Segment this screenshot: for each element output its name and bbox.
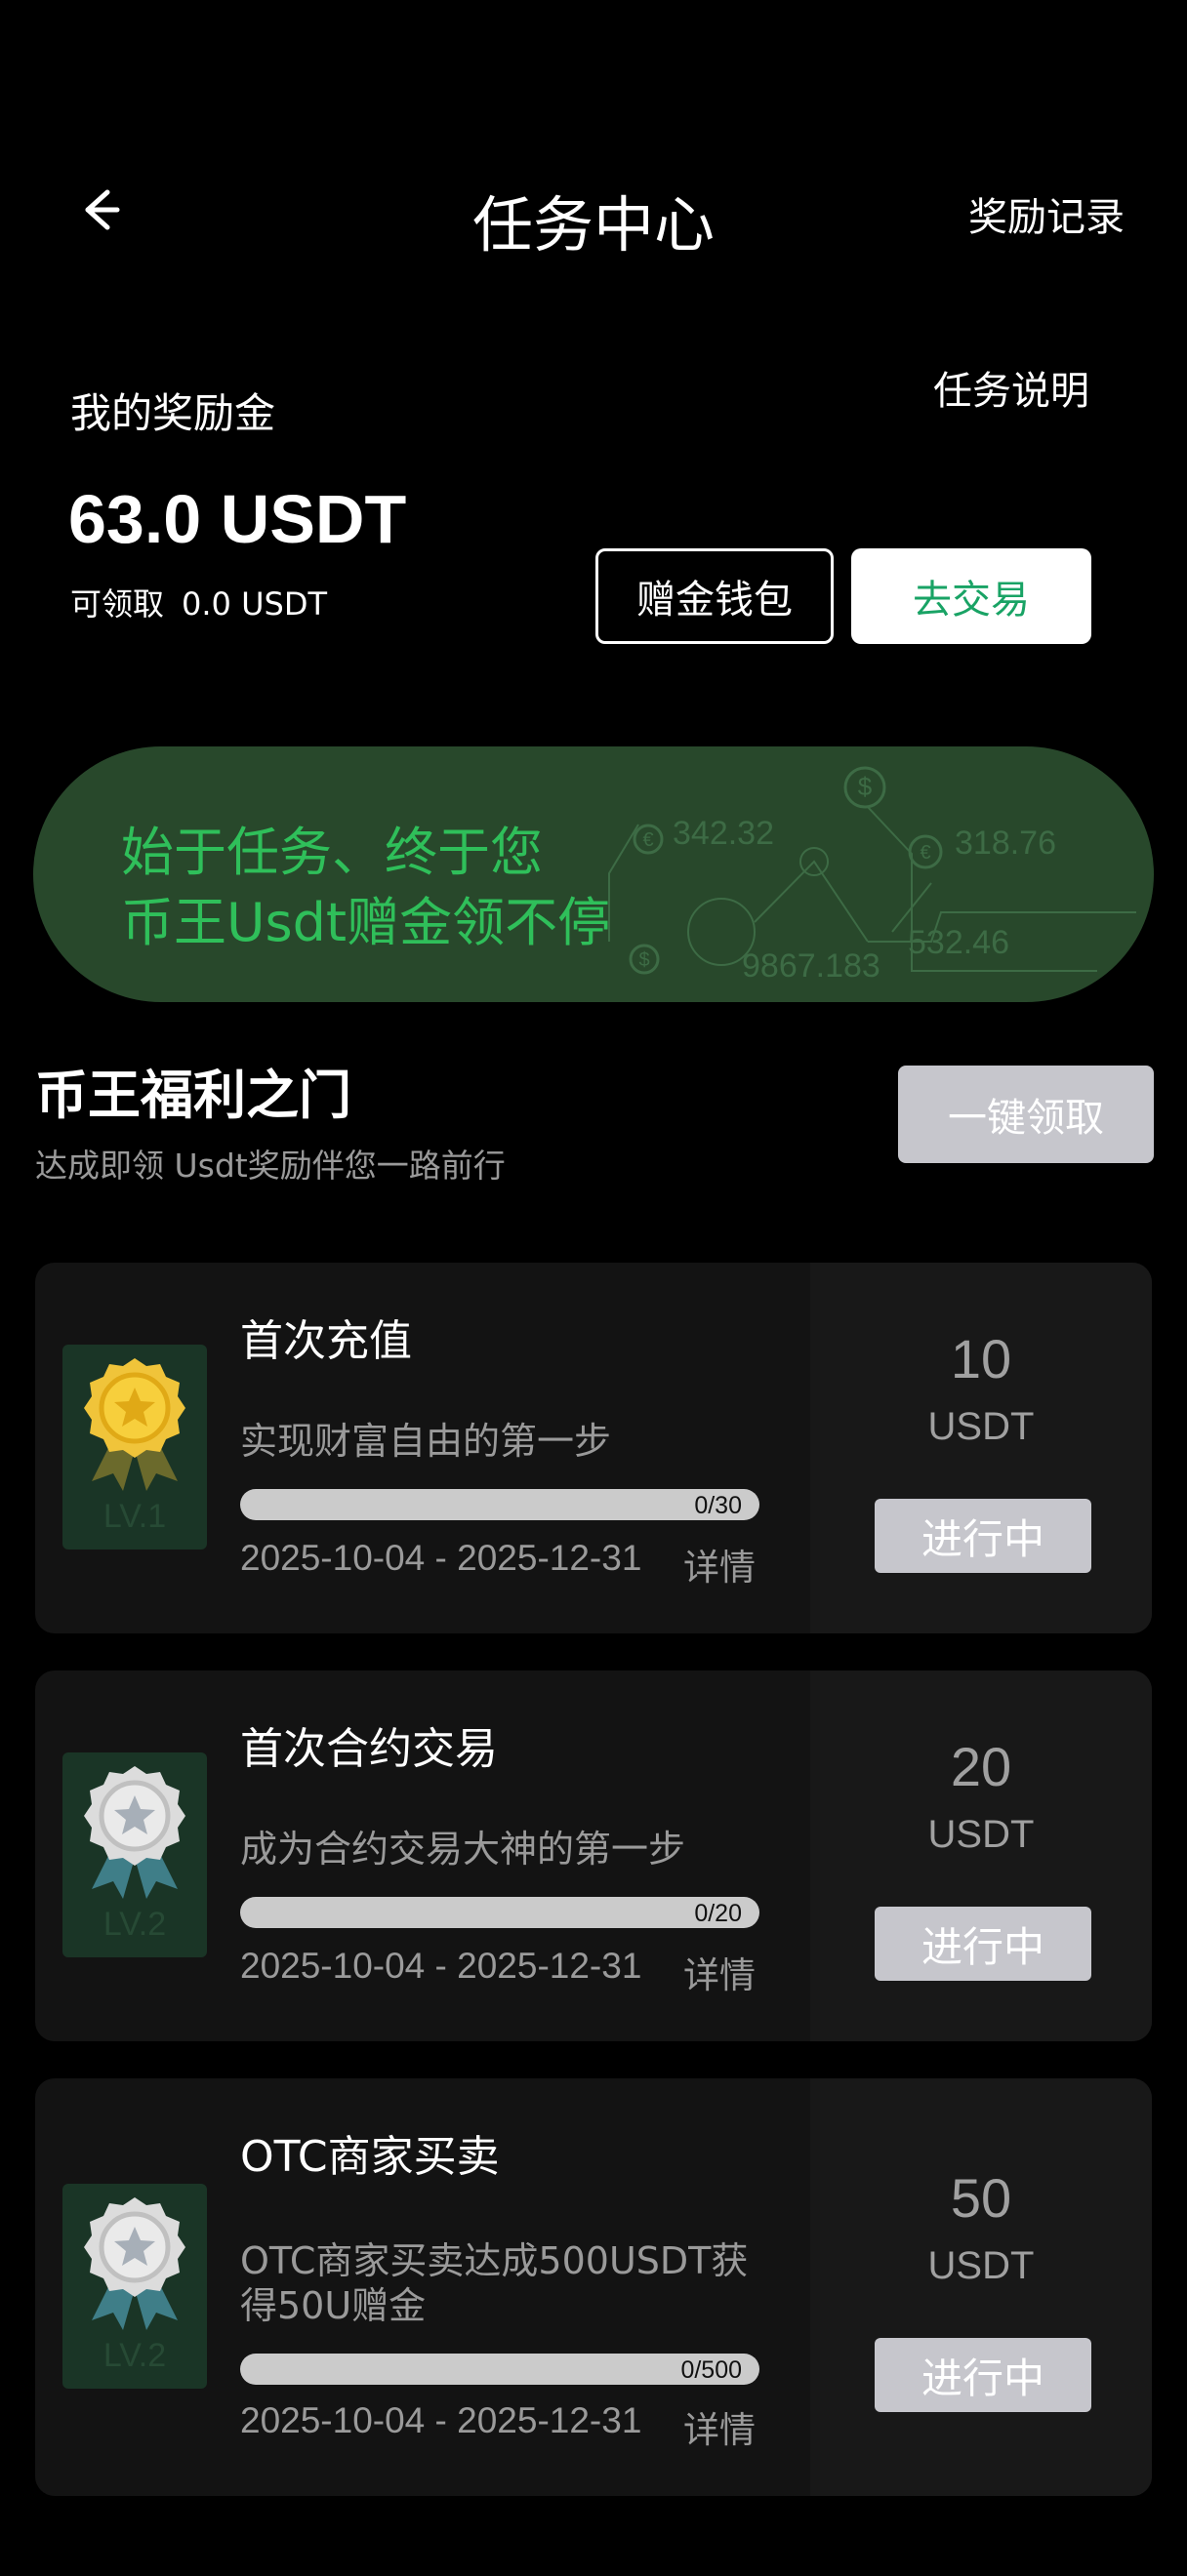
silver-medal-icon — [84, 1766, 185, 1899]
gold-medal-icon — [84, 1358, 185, 1491]
banner-subheadline: 币王Usdt赠金领不停 — [121, 892, 611, 953]
promo-banner[interactable]: € $ $ € 342.32 318.76 9867.183 532.46 始于… — [33, 746, 1154, 1002]
progress-label: 0/20 — [694, 1900, 742, 1927]
claimable-amount: 0.0 USDT — [182, 585, 327, 623]
section-subtitle: 达成即领 Usdt奖励伴您一路前行 — [35, 1147, 506, 1185]
status-button[interactable]: 进行中 — [875, 2338, 1091, 2412]
banner-number: 318.76 — [955, 825, 1056, 862]
task-description: 成为合约交易大神的第一步 — [240, 1828, 686, 1871]
progress-bar: 0/20 — [240, 1897, 759, 1928]
bonus-label: 我的奖励金 — [70, 389, 276, 437]
task-date-range: 2025-10-04 - 2025-12-31 — [240, 1946, 642, 1986]
progress-label: 0/500 — [680, 2356, 742, 2384]
bonus-wallet-button[interactable]: 赠金钱包 — [595, 548, 834, 644]
claimable-label: 可领取 — [70, 585, 165, 623]
banner-number: 342.32 — [673, 815, 774, 852]
task-description: OTC商家买卖达成500USDT获得50U赠金 — [240, 2239, 749, 2327]
reward-unit: USDT — [927, 2244, 1035, 2287]
status-button[interactable]: 进行中 — [875, 1499, 1091, 1573]
details-link[interactable]: 详情 — [683, 2400, 756, 2453]
top-bar: 任务中心 奖励记录 — [0, 146, 1187, 273]
reward-panel: 10 USDT 进行中 — [810, 1263, 1152, 1633]
details-link[interactable]: 详情 — [683, 1946, 756, 1998]
details-link[interactable]: 详情 — [683, 1538, 756, 1590]
banner-number: 532.46 — [908, 924, 1009, 961]
reward-panel: 20 USDT 进行中 — [810, 1670, 1152, 2041]
status-button[interactable]: 进行中 — [875, 1907, 1091, 1981]
medal-badge: LV.2 — [62, 1752, 207, 1957]
claim-all-button[interactable]: 一键领取 — [898, 1066, 1154, 1163]
claimable-row: 可领取 0.0 USDT — [70, 580, 327, 624]
progress-label: 0/30 — [694, 1492, 742, 1519]
level-label: LV.2 — [102, 1906, 167, 1943]
task-name: 首次充值 — [240, 1316, 412, 1366]
svg-text:$: $ — [638, 949, 649, 971]
reward-records-link[interactable]: 奖励记录 — [968, 185, 1125, 242]
task-date-range: 2025-10-04 - 2025-12-31 — [240, 2400, 642, 2440]
silver-medal-icon — [84, 2197, 185, 2330]
reward-unit: USDT — [927, 1813, 1035, 1856]
reward-amount: 10 — [950, 1328, 1012, 1389]
task-name: OTC商家买卖 — [240, 2132, 500, 2182]
level-label: LV.2 — [102, 2337, 167, 2374]
go-trade-button[interactable]: 去交易 — [851, 548, 1091, 644]
banner-number: 9867.183 — [742, 947, 880, 985]
reward-panel: 50 USDT 进行中 — [810, 2078, 1152, 2496]
level-label: LV.1 — [102, 1498, 167, 1535]
svg-text:$: $ — [858, 772, 873, 801]
reward-amount: 20 — [950, 1736, 1012, 1797]
task-card[interactable]: 10 USDT 进行中 LV.1 首次充值 实现财富自由的第一步 0/30 20… — [35, 1263, 1152, 1633]
task-name: 首次合约交易 — [240, 1724, 498, 1774]
medal-badge: LV.1 — [62, 1345, 207, 1550]
progress-bar: 0/500 — [240, 2354, 759, 2385]
task-card[interactable]: 50 USDT 进行中 LV.2 OTC商家买卖 OTC商家买卖达成500USD… — [35, 2078, 1152, 2496]
reward-unit: USDT — [927, 1405, 1035, 1448]
task-description-link[interactable]: 任务说明 — [933, 359, 1089, 416]
medal-badge: LV.2 — [62, 2184, 207, 2389]
task-card[interactable]: 20 USDT 进行中 LV.2 首次合约交易 成为合约交易大神的第一步 0/2… — [35, 1670, 1152, 2041]
svg-text:€: € — [642, 829, 653, 851]
section-title: 币王福利之门 — [35, 1065, 351, 1126]
svg-text:€: € — [920, 842, 930, 864]
progress-bar: 0/30 — [240, 1489, 759, 1520]
task-description: 实现财富自由的第一步 — [240, 1420, 612, 1463]
banner-headline: 始于任务、终于您 — [121, 822, 543, 883]
reward-amount: 50 — [950, 2167, 1012, 2229]
bonus-amount: 63.0 USDT — [68, 481, 407, 557]
task-date-range: 2025-10-04 - 2025-12-31 — [240, 1538, 642, 1578]
